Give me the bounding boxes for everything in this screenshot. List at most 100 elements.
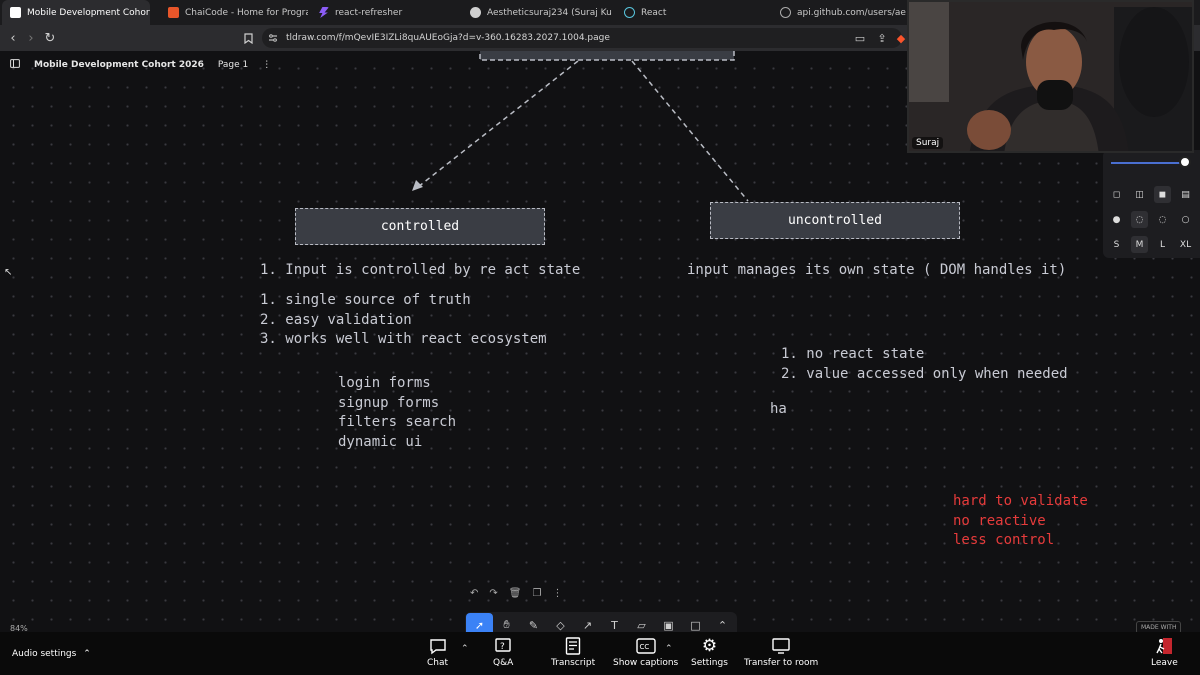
top-node-box [479, 51, 735, 61]
controlled-definition[interactable]: 1. Input is controlled by re act state [260, 262, 580, 278]
chat-button[interactable]: Chat [427, 636, 448, 668]
speaker-name: Suraj [912, 137, 944, 149]
settings-button[interactable]: ⚙ Settings [691, 636, 728, 668]
delete-icon[interactable]: 🗑︎ [509, 588, 522, 599]
uncontrolled-cons-list[interactable]: hard to validate no reactive less contro… [953, 492, 1088, 551]
bookmark-icon[interactable] [239, 29, 257, 47]
vite-favicon-icon [319, 7, 329, 18]
list-item: dynamic ui [338, 433, 423, 450]
arrowhead-controlled [412, 180, 423, 191]
opacity-slider-thumb[interactable] [1179, 156, 1191, 168]
controlled-uses-list[interactable]: login forms signup forms filters search … [338, 374, 456, 452]
dash-solid-icon[interactable]: ○ [1177, 211, 1194, 228]
list-item: less control [953, 532, 1055, 548]
fill-solid-icon[interactable]: ◼ [1154, 186, 1171, 203]
undo-icon[interactable]: ↶ [470, 588, 478, 599]
chat-options-chevron-icon[interactable]: ⌃ [461, 644, 469, 654]
list-item: 2. easy validation [260, 311, 412, 328]
back-icon[interactable]: ‹ [4, 29, 22, 47]
dash-dashed-icon[interactable]: ◌ [1131, 211, 1148, 228]
react-favicon-icon [624, 7, 635, 18]
transcript-button[interactable]: Transcript [551, 636, 595, 668]
hand-tool-icon[interactable]: ✋︎ [493, 613, 520, 632]
speaker-silhouette [909, 2, 1192, 151]
fill-style-row: ◻ ◫ ◼ ▤ [1108, 186, 1194, 203]
arrow-to-controlled [417, 60, 579, 188]
list-item: 3. works well with react ecosystem [260, 331, 547, 347]
transcript-icon [565, 636, 581, 656]
uncontrolled-points-list[interactable]: 1. no react state 2. value accessed only… [781, 345, 1068, 384]
controlled-points-list[interactable]: 1. single source of truth 2. easy valida… [260, 291, 547, 350]
list-item: 2. value accessed only when needed [781, 365, 1068, 382]
image-tool-icon[interactable]: ▣ [655, 613, 682, 632]
site-settings-icon[interactable] [268, 33, 278, 43]
list-item: filters search [338, 414, 457, 430]
reload-icon[interactable]: ↻ [41, 29, 59, 47]
tab-chaicode[interactable]: ChaiCode - Home for Programmers [160, 0, 308, 25]
tab-mobile-cohort[interactable]: Mobile Development Cohort 202 ✕ [2, 0, 150, 25]
fill-pattern-icon[interactable]: ▤ [1177, 186, 1194, 203]
eraser-tool-icon[interactable]: ◇ [547, 613, 574, 632]
captions-options-chevron-icon[interactable]: ⌃ [665, 644, 673, 654]
tool-bar: ➚ ✋︎ ✎ ◇ ↗ T ▱ ▣ □ ⌃ [465, 612, 737, 632]
made-with-badge[interactable]: MADE WITH [1136, 621, 1182, 632]
speaker-video: Suraj [907, 0, 1194, 153]
uncontrolled-definition[interactable]: input manages its own state ( DOM handle… [687, 262, 1066, 278]
zoom-level[interactable]: 84% [10, 624, 28, 632]
meeting-control-bar: Audio settings ⌃ Chat ⌃ ? Q&A Transcript… [0, 632, 1200, 675]
leave-icon [1155, 636, 1173, 656]
mouse-cursor-icon: ↖ [4, 267, 13, 278]
size-s[interactable]: S [1108, 236, 1125, 253]
controlled-node[interactable]: controlled [295, 208, 545, 245]
rectangle-tool-icon[interactable]: □ [682, 613, 709, 632]
chat-icon [429, 636, 447, 656]
leave-button[interactable]: Leave [1151, 636, 1178, 668]
arrow-tool-icon[interactable]: ↗ [574, 613, 601, 632]
size-m[interactable]: M [1131, 236, 1148, 253]
fill-semi-icon[interactable]: ◫ [1131, 186, 1148, 203]
tab-react[interactable]: React [616, 0, 766, 25]
dash-draw-icon[interactable]: ● [1108, 211, 1125, 228]
tab-github-api[interactable]: api.github.com/users/aestheticsur [772, 0, 906, 25]
arrow-to-uncontrolled [631, 60, 749, 202]
cast-icon[interactable]: ▭ [851, 29, 869, 47]
fill-none-icon[interactable]: ◻ [1108, 186, 1125, 203]
text-tool-icon[interactable]: T [601, 613, 628, 632]
audio-settings-button[interactable]: Audio settings ⌃ [12, 649, 91, 659]
opacity-slider-track[interactable] [1111, 162, 1185, 164]
forward-icon[interactable]: › [22, 29, 40, 47]
uncontrolled-node[interactable]: uncontrolled [710, 202, 960, 239]
globe-favicon-icon [780, 7, 791, 18]
size-xl[interactable]: XL [1177, 236, 1194, 253]
url-text: tldraw.com/f/mQevIE3IZLi8quAUEoGja?d=v-3… [286, 33, 610, 43]
qa-icon: ? [494, 636, 512, 656]
dash-dotted-icon[interactable]: ◌ [1154, 211, 1171, 228]
size-row: S M L XL [1108, 236, 1194, 253]
redo-icon[interactable]: ↷ [489, 588, 497, 599]
more-tools-icon[interactable]: ⌃ [709, 613, 736, 632]
duplicate-icon[interactable]: ❐ [532, 588, 541, 599]
transfer-to-room-button[interactable]: Transfer to room [744, 636, 818, 668]
more-actions-icon[interactable]: ⋮ [552, 588, 562, 599]
list-item: no reactive [953, 512, 1046, 529]
list-item: signup forms [338, 394, 440, 411]
url-bar[interactable]: tldraw.com/f/mQevIE3IZLi8quAUEoGja?d=v-3… [262, 28, 902, 48]
qa-button[interactable]: ? Q&A [493, 636, 513, 668]
github-favicon-icon [470, 7, 481, 18]
chevron-up-icon: ⌃ [83, 649, 91, 659]
tab-github-profile[interactable]: Aesthetiсsuraj234 (Suraj Kumar Jha a [462, 0, 612, 25]
tab-react-refresher[interactable]: react-refresher [310, 0, 460, 25]
note-tool-icon[interactable]: ▱ [628, 613, 655, 632]
transfer-icon [772, 636, 790, 656]
draw-tool-icon[interactable]: ✎ [520, 613, 547, 632]
captions-icon: CC [635, 636, 656, 656]
style-panel: ◻ ◫ ◼ ▤ ● ◌ ◌ ○ S M L XL [1103, 150, 1200, 258]
size-l[interactable]: L [1154, 236, 1171, 253]
stray-text[interactable]: ha [770, 401, 787, 417]
svg-text:CC: CC [639, 643, 649, 651]
list-item: login forms [338, 375, 431, 391]
select-tool-icon[interactable]: ➚ [466, 613, 493, 632]
share-icon[interactable]: ⇪ [873, 29, 891, 47]
list-item: 1. no react state [781, 346, 925, 362]
svg-text:?: ? [500, 642, 505, 652]
